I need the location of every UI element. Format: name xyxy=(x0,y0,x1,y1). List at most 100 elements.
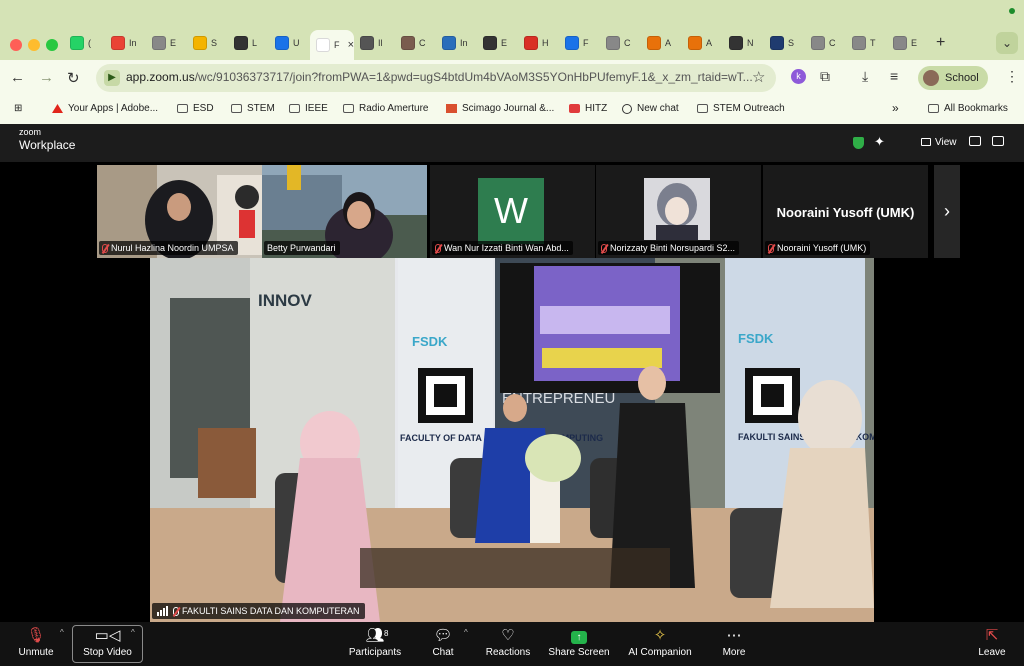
leave-label: Leave xyxy=(978,647,1006,658)
bookmark-item[interactable]: ESD xyxy=(177,103,214,114)
participant-tile[interactable]: W Wan Nur Izzati Binti Wan Abd... xyxy=(430,165,595,258)
forward-button[interactable]: → xyxy=(39,69,54,86)
tab-active[interactable]: F × xyxy=(310,30,354,60)
participant-name: Norizzaty Binti Norsupardi S2... xyxy=(610,243,736,253)
tab-search-button[interactable]: ⌄ xyxy=(996,32,1018,54)
chat-button[interactable]: 💬︎ Chat xyxy=(425,626,461,658)
minimize-window-button[interactable] xyxy=(28,39,40,51)
zoom-window-button[interactable] xyxy=(46,39,58,51)
folder-icon xyxy=(177,104,188,113)
bookmark-item[interactable]: STEM xyxy=(231,103,275,114)
bookmark-item[interactable]: IEEE xyxy=(289,103,328,114)
browser-tab[interactable]: E xyxy=(887,32,928,54)
browser-tab[interactable]: F xyxy=(559,32,600,54)
tab-title: Il xyxy=(378,38,383,48)
browser-tab[interactable]: E xyxy=(146,32,187,54)
speaker-video-scene: INNOV ENTREPRENEU FSDK FACULTY OF DATA S… xyxy=(150,258,874,622)
unmute-button[interactable]: 🎙︎ Unmute xyxy=(16,626,56,658)
browser-tab[interactable]: U xyxy=(269,32,310,54)
browser-tab[interactable]: C xyxy=(805,32,846,54)
bookmark-star-icon[interactable]: ☆ xyxy=(752,68,765,86)
ai-sparkle-icon[interactable]: ✦ xyxy=(874,134,885,150)
tab-favicon-icon xyxy=(234,36,248,50)
tab-favicon-icon xyxy=(152,36,166,50)
participant-tile[interactable]: Nooraini Yusoff (UMK) Nooraini Yusoff (U… xyxy=(763,165,928,258)
video-options-chevron-icon[interactable]: ^ xyxy=(131,628,135,637)
profile-button[interactable]: School xyxy=(918,66,988,90)
next-page-chevron-icon[interactable]: › xyxy=(934,165,960,258)
zoom-logo-top: zoom xyxy=(19,127,42,137)
tab-title: T xyxy=(870,38,876,48)
tab-title: F xyxy=(334,40,340,50)
browser-tab[interactable]: L xyxy=(228,32,269,54)
audio-options-chevron-icon[interactable]: ^ xyxy=(60,628,64,637)
browser-menu-icon[interactable]: ⋮ xyxy=(1005,68,1019,85)
heart-icon: ♡ xyxy=(501,627,515,644)
participant-name-tag: Wan Nur Izzati Binti Wan Abd... xyxy=(432,241,573,255)
browser-tab[interactable]: N xyxy=(723,32,764,54)
bookmark-item[interactable]: Radio Amerture xyxy=(343,103,428,114)
browser-tab[interactable]: Il xyxy=(354,32,395,54)
encryption-shield-icon[interactable] xyxy=(853,137,864,149)
participant-name-tag: Betty Purwandari xyxy=(264,241,340,255)
tab-title: C xyxy=(624,38,631,48)
bookmark-label: ESD xyxy=(193,103,214,114)
fullscreen-icon[interactable] xyxy=(992,136,1004,146)
browser-tab[interactable]: S xyxy=(764,32,805,54)
stop-video-content[interactable]: ▭◁ Stop Video xyxy=(76,626,139,658)
share-screen-label: Share Screen xyxy=(548,647,610,658)
tab-title: H xyxy=(542,38,549,48)
more-bookmarks-button[interactable]: » xyxy=(892,101,899,115)
participant-avatar: W xyxy=(478,178,544,244)
participant-tile[interactable]: Betty Purwandari xyxy=(262,165,427,258)
tab-title: A xyxy=(665,38,672,48)
share-screen-button[interactable]: ↑ Share Screen xyxy=(546,626,612,658)
more-button[interactable]: ⋯ More xyxy=(716,626,752,658)
tab-favicon-icon xyxy=(483,36,497,50)
download-icon[interactable]: ⤓ xyxy=(862,68,868,85)
url-text[interactable]: app.zoom.us/wc/91036373717/join?fromPWA=… xyxy=(126,70,753,84)
participant-tile[interactable]: Nurul Hazlina Noordin UMPSA xyxy=(97,165,262,258)
share-screen-icon-wrap: ↑ xyxy=(546,626,612,646)
leave-button[interactable]: ⇱ Leave xyxy=(974,626,1010,658)
bookmark-item[interactable]: HITZ xyxy=(569,103,607,114)
browser-tab[interactable]: E xyxy=(477,32,518,54)
all-bookmarks-button[interactable]: All Bookmarks xyxy=(928,103,1008,114)
folder-icon xyxy=(231,104,242,113)
browser-tab[interactable]: A xyxy=(641,32,682,54)
minimize-meeting-icon[interactable] xyxy=(969,136,981,146)
view-button[interactable]: View xyxy=(921,137,957,148)
reload-button[interactable]: ↻ xyxy=(67,69,80,87)
tab-title: E xyxy=(501,38,508,48)
browser-tab[interactable]: T xyxy=(846,32,887,54)
participants-button[interactable]: 👥︎ Participants xyxy=(345,626,405,658)
ai-companion-button[interactable]: ✧ AI Companion xyxy=(624,626,696,658)
bookmark-item[interactable]: Your Apps | Adobe... xyxy=(52,103,158,114)
browser-tab[interactable]: In xyxy=(436,32,477,54)
participant-tile[interactable]: Norizzaty Binti Norsupardi S2... xyxy=(596,165,761,258)
browser-tab[interactable]: ( xyxy=(64,32,105,54)
browser-tab[interactable]: S xyxy=(187,32,228,54)
close-window-button[interactable] xyxy=(10,39,22,51)
browser-tab[interactable]: C xyxy=(395,32,436,54)
back-button[interactable]: ← xyxy=(10,69,25,86)
chat-options-chevron-icon[interactable]: ^ xyxy=(464,628,468,637)
media-control-icon[interactable]: ≡ xyxy=(890,68,898,84)
browser-tab[interactable]: C xyxy=(600,32,641,54)
new-tab-button[interactable]: + xyxy=(936,34,945,52)
extensions-puzzle-icon[interactable]: ⧉ xyxy=(820,68,830,85)
tab-favicon-icon xyxy=(275,36,289,50)
bookmark-item[interactable]: Scimago Journal &... xyxy=(446,103,554,114)
browser-tab[interactable]: In xyxy=(105,32,146,54)
bookmark-label: New chat xyxy=(637,103,679,114)
browser-tab[interactable]: A xyxy=(682,32,723,54)
tab-favicon-icon xyxy=(193,36,207,50)
browser-tab[interactable]: H xyxy=(518,32,559,54)
bookmark-item[interactable]: STEM Outreach xyxy=(697,103,785,114)
reactions-button[interactable]: ♡ Reactions xyxy=(482,626,534,658)
folder-icon xyxy=(697,104,708,113)
apps-grid-icon[interactable]: ⊞ xyxy=(14,103,22,114)
extension-k-icon[interactable]: k xyxy=(791,69,806,84)
zoom-site-icon[interactable]: ▶ xyxy=(104,70,120,86)
bookmark-item[interactable]: New chat xyxy=(622,103,679,114)
